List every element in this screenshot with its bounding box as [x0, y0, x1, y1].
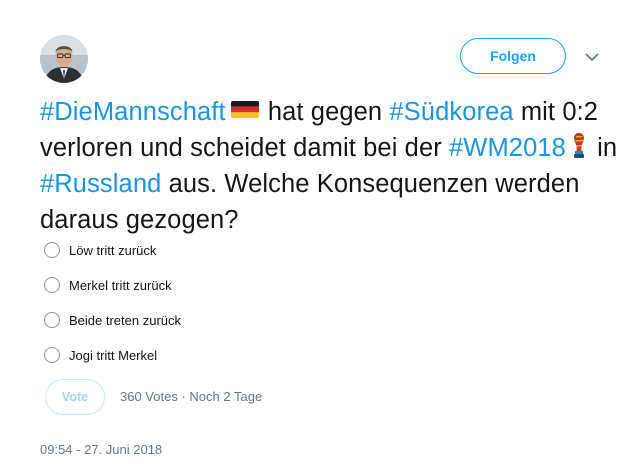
world-cup-trophy-emoji [572, 132, 586, 160]
poll-option[interactable]: Löw tritt zurück [44, 239, 156, 261]
profile-photo [40, 35, 88, 83]
follow-button[interactable]: Folgen [460, 38, 566, 74]
tweet-text-segment: mit [520, 98, 556, 126]
hashtag-link[interactable]: #WM2018 [449, 134, 566, 162]
meta-separator: · [181, 389, 186, 404]
tweet-menu-button[interactable] [583, 48, 601, 66]
author-avatar[interactable] [40, 35, 88, 83]
hashtag-link[interactable]: #Russland [40, 170, 161, 198]
vote-button-label: Vote [61, 390, 89, 404]
poll-option-label: Jogi tritt Merkel [69, 347, 158, 363]
radio-button[interactable] [44, 277, 60, 293]
chevron-down-icon [585, 53, 599, 61]
radio-button[interactable] [44, 242, 60, 258]
hashtag-link[interactable]: #Südkorea [389, 98, 513, 126]
follow-button-label: Folgen [490, 48, 536, 64]
tweet-timestamp[interactable]: 09:54 - 27. Juni 2018 [40, 442, 162, 457]
poll-meta: 360 Votes · Noch 2 Tage [120, 389, 262, 404]
radio-button[interactable] [44, 347, 60, 363]
hashtag-link[interactable]: #DieMannschaft [40, 98, 226, 126]
poll-option-label: Merkel tritt zurück [69, 277, 172, 293]
poll-option[interactable]: Beide treten zurück [44, 309, 181, 331]
poll-option[interactable]: Merkel tritt zurück [44, 274, 172, 296]
radio-button[interactable] [44, 312, 60, 328]
tweet-text-segment: in [597, 134, 618, 162]
vote-count: 360 Votes [120, 389, 178, 404]
tweet-text-segment: hat gegen [267, 98, 383, 126]
poll-option-label: Löw tritt zurück [69, 242, 157, 258]
poll-option[interactable]: Jogi tritt Merkel [44, 344, 157, 366]
poll-option-label: Beide treten zurück [69, 312, 182, 328]
germany-flag-emoji [230, 101, 259, 118]
time-remaining: Noch 2 Tage [189, 389, 263, 404]
tweet-card: Folgen #DieMannschaft hat gegen #Südkore… [0, 0, 640, 466]
tweet-text-segment: aus. Welche [168, 170, 310, 198]
vote-button[interactable]: Vote [45, 379, 105, 415]
tweet-text: #DieMannschaft hat gegen #Südkorea mit 0… [40, 94, 620, 238]
